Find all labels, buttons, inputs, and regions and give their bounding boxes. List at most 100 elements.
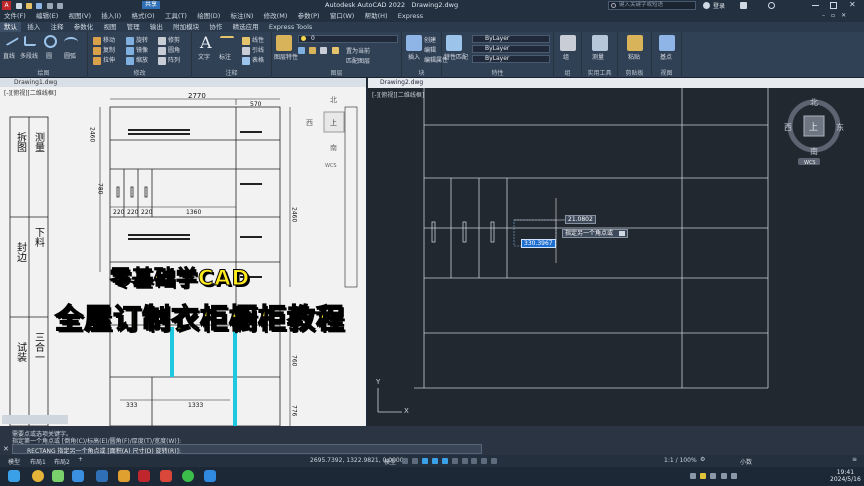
customize-icon[interactable]: ≡	[852, 456, 857, 463]
fillet-button[interactable]: 圆角	[158, 45, 180, 55]
undo-icon[interactable]	[46, 3, 53, 9]
linear-button[interactable]: 线性	[242, 35, 264, 45]
taskbar-app-2-icon[interactable]	[52, 470, 64, 482]
layer-properties-button[interactable]: 图层特性	[274, 52, 298, 61]
insert-button[interactable]: 插入	[408, 52, 420, 61]
menu-dimension[interactable]: 标注(N)	[227, 11, 258, 21]
new-file-icon[interactable]	[16, 3, 22, 9]
tab-addins[interactable]: 附加模块	[169, 22, 203, 32]
transparency-icon[interactable]	[471, 457, 478, 464]
dynamic-input-length[interactable]: 21.0802	[565, 215, 596, 224]
redo-icon[interactable]	[56, 3, 63, 9]
taskbar-app-5-icon[interactable]	[118, 470, 130, 482]
snap-icon[interactable]	[411, 457, 418, 464]
match-layer-button[interactable]: 匹配图层	[346, 56, 370, 65]
tray-app-icon[interactable]	[700, 473, 707, 479]
text-icon[interactable]: A	[200, 33, 212, 52]
circle-icon[interactable]	[44, 35, 57, 48]
trim-button[interactable]: 修剪	[158, 35, 180, 45]
search-box[interactable]: 键入关键字或短语	[608, 1, 696, 10]
base-point-button[interactable]: 基点	[660, 52, 672, 61]
wechat-icon[interactable]	[182, 470, 194, 482]
taskbar-app-1-icon[interactable]	[32, 470, 44, 482]
measure-button[interactable]: 测量	[592, 52, 604, 61]
tab-parametric[interactable]: 参数化	[70, 22, 98, 32]
menu-draw[interactable]: 绘图(D)	[193, 11, 224, 21]
autocad-logo[interactable]: A	[2, 1, 11, 10]
layout-tab-model[interactable]: 模型	[8, 457, 20, 466]
set-current-button[interactable]: 置为当前	[346, 46, 370, 55]
move-button[interactable]: 移动	[93, 35, 115, 45]
open-file-icon[interactable]	[26, 3, 33, 9]
layer-freeze-icon[interactable]	[298, 46, 305, 54]
right-drawing-canvas[interactable]: Y X 上 北 南 西 东 WCS	[368, 88, 864, 426]
menu-express[interactable]: Express	[394, 11, 427, 21]
menu-view[interactable]: 视图(V)	[64, 11, 95, 21]
polyline-icon[interactable]	[24, 36, 36, 46]
menu-modify[interactable]: 修改(M)	[260, 11, 292, 21]
annotation-visibility-icon[interactable]	[491, 457, 498, 464]
left-window-caption[interactable]: Drawing1.dwg	[0, 78, 366, 87]
dimension-button[interactable]: 标注	[219, 52, 231, 61]
command-input[interactable]: ✕ RECTANG 指定另一个角点或 [面积(A) 尺寸(D) 旋转(R)]:	[3, 444, 482, 455]
menu-tools[interactable]: 工具(T)	[161, 11, 191, 21]
dynamic-input-width[interactable]: 330.3967	[521, 239, 556, 248]
menu-window[interactable]: 窗口(W)	[326, 11, 359, 21]
circle-button[interactable]: 圆	[46, 51, 52, 60]
left-drawing-canvas[interactable]: 测量 拆图 封边 下料 三合一 试装 2770 570 2460 2460 78…	[0, 87, 366, 426]
left-drawing-window[interactable]: Drawing1.dwg [-][俯视][二维线框] 测量 拆图 封边 下料 三…	[0, 78, 366, 426]
color-dropdown[interactable]: ByLayer	[472, 35, 550, 43]
layer-lock-icon[interactable]	[309, 46, 317, 54]
options-arrow-icon[interactable]	[619, 231, 626, 236]
scale-button[interactable]: 缩放	[126, 55, 148, 65]
ortho-icon[interactable]	[421, 457, 428, 464]
layout-tab-2[interactable]: 布局2	[54, 457, 70, 466]
mirror-button[interactable]: 镜像	[126, 45, 148, 55]
gear-icon[interactable]: ⚙	[700, 456, 705, 463]
tray-up-icon[interactable]	[690, 473, 696, 479]
stretch-button[interactable]: 拉伸	[93, 55, 115, 65]
add-layout-icon[interactable]: +	[78, 456, 83, 463]
tab-view[interactable]: 视图	[99, 22, 120, 32]
tab-collaborate[interactable]: 协作	[205, 22, 226, 32]
right-drawing-window[interactable]: Drawing2.dwg [-][俯视][二维线框] Y X 上 北 南 西 东…	[368, 78, 864, 426]
right-wcs-label[interactable]: WCS	[804, 160, 816, 166]
insert-block-icon[interactable]	[406, 35, 422, 51]
measure-icon[interactable]	[592, 35, 608, 51]
autocad-taskbar-icon[interactable]	[138, 470, 150, 482]
menu-parametric[interactable]: 参数(P)	[294, 11, 324, 21]
leader-button[interactable]: 引线	[242, 45, 264, 55]
linetype-dropdown[interactable]: ByLayer	[472, 45, 550, 53]
clock[interactable]: 19:41 2024/5/16	[830, 469, 861, 483]
match-properties-button[interactable]: 特性匹配	[444, 52, 468, 61]
edit-block-button[interactable]: 编辑	[424, 45, 436, 54]
line-button[interactable]: 直线	[3, 51, 15, 60]
menu-edit[interactable]: 编辑(E)	[32, 11, 62, 21]
share-button[interactable]: 共享	[142, 1, 161, 9]
lineweight-icon[interactable]	[461, 457, 468, 464]
units-readout[interactable]: 小数	[740, 457, 752, 466]
tab-featured-apps[interactable]: 精选应用	[229, 22, 263, 32]
taskbar-app-3-icon[interactable]	[72, 470, 84, 482]
tab-insert[interactable]: 插入	[23, 22, 44, 32]
tray-network-icon[interactable]	[710, 473, 717, 479]
help-icon[interactable]	[768, 2, 775, 9]
right-compass-center[interactable]: 上	[809, 122, 818, 133]
doc-window-controls[interactable]: –▫✕	[822, 12, 852, 19]
tab-home[interactable]: 默认	[0, 22, 21, 32]
arc-icon[interactable]	[64, 37, 78, 47]
model-space-toggle[interactable]: 模型	[384, 457, 396, 466]
maximize-button[interactable]	[830, 2, 837, 9]
polar-icon[interactable]	[431, 457, 438, 464]
layer-isolate-icon[interactable]	[331, 46, 339, 54]
layer-dropdown[interactable]: 0	[298, 35, 398, 43]
left-layout-tabs[interactable]	[2, 415, 68, 424]
taskbar-app-4-icon[interactable]	[96, 470, 108, 482]
table-button[interactable]: 表格	[242, 55, 264, 65]
minimize-button[interactable]	[812, 5, 819, 6]
paste-icon[interactable]	[627, 35, 643, 51]
copy-button[interactable]: 复制	[93, 45, 115, 55]
paste-button[interactable]: 粘贴	[628, 52, 640, 61]
array-button[interactable]: 阵列	[158, 55, 180, 65]
tab-output[interactable]: 输出	[146, 22, 167, 32]
